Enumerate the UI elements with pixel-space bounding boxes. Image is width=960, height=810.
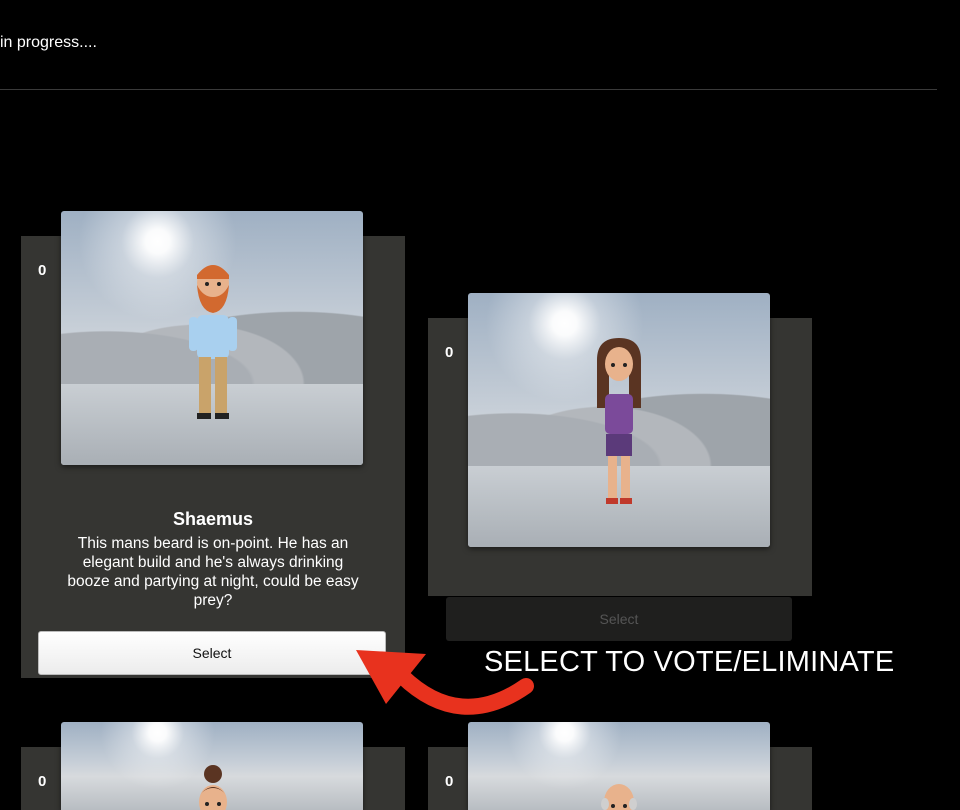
character-woman-purple-icon: [597, 338, 641, 504]
character-description: This mans beard is on-point. He has an e…: [67, 535, 359, 609]
divider: [0, 89, 937, 90]
annotation-text: SELECT TO VOTE/ELIMINATE: [484, 646, 895, 678]
character-photo: [468, 722, 770, 810]
status-text: in progress....: [0, 34, 97, 51]
vote-count: 0: [38, 773, 47, 790]
vote-count: 0: [445, 773, 454, 790]
character-photo: [468, 293, 770, 547]
character-man-beard-icon: [189, 265, 237, 419]
character-photo: [61, 211, 363, 465]
select-button-shaemus[interactable]: Select: [38, 631, 386, 675]
character-woman-bun-icon: [199, 765, 227, 810]
character-man-bald-icon: [601, 784, 637, 810]
vote-count: 0: [38, 262, 47, 279]
select-button-2[interactable]: Select: [446, 597, 792, 641]
character-photo: [61, 722, 363, 810]
character-name: Shaemus: [172, 509, 254, 529]
vote-count: 0: [445, 344, 454, 361]
